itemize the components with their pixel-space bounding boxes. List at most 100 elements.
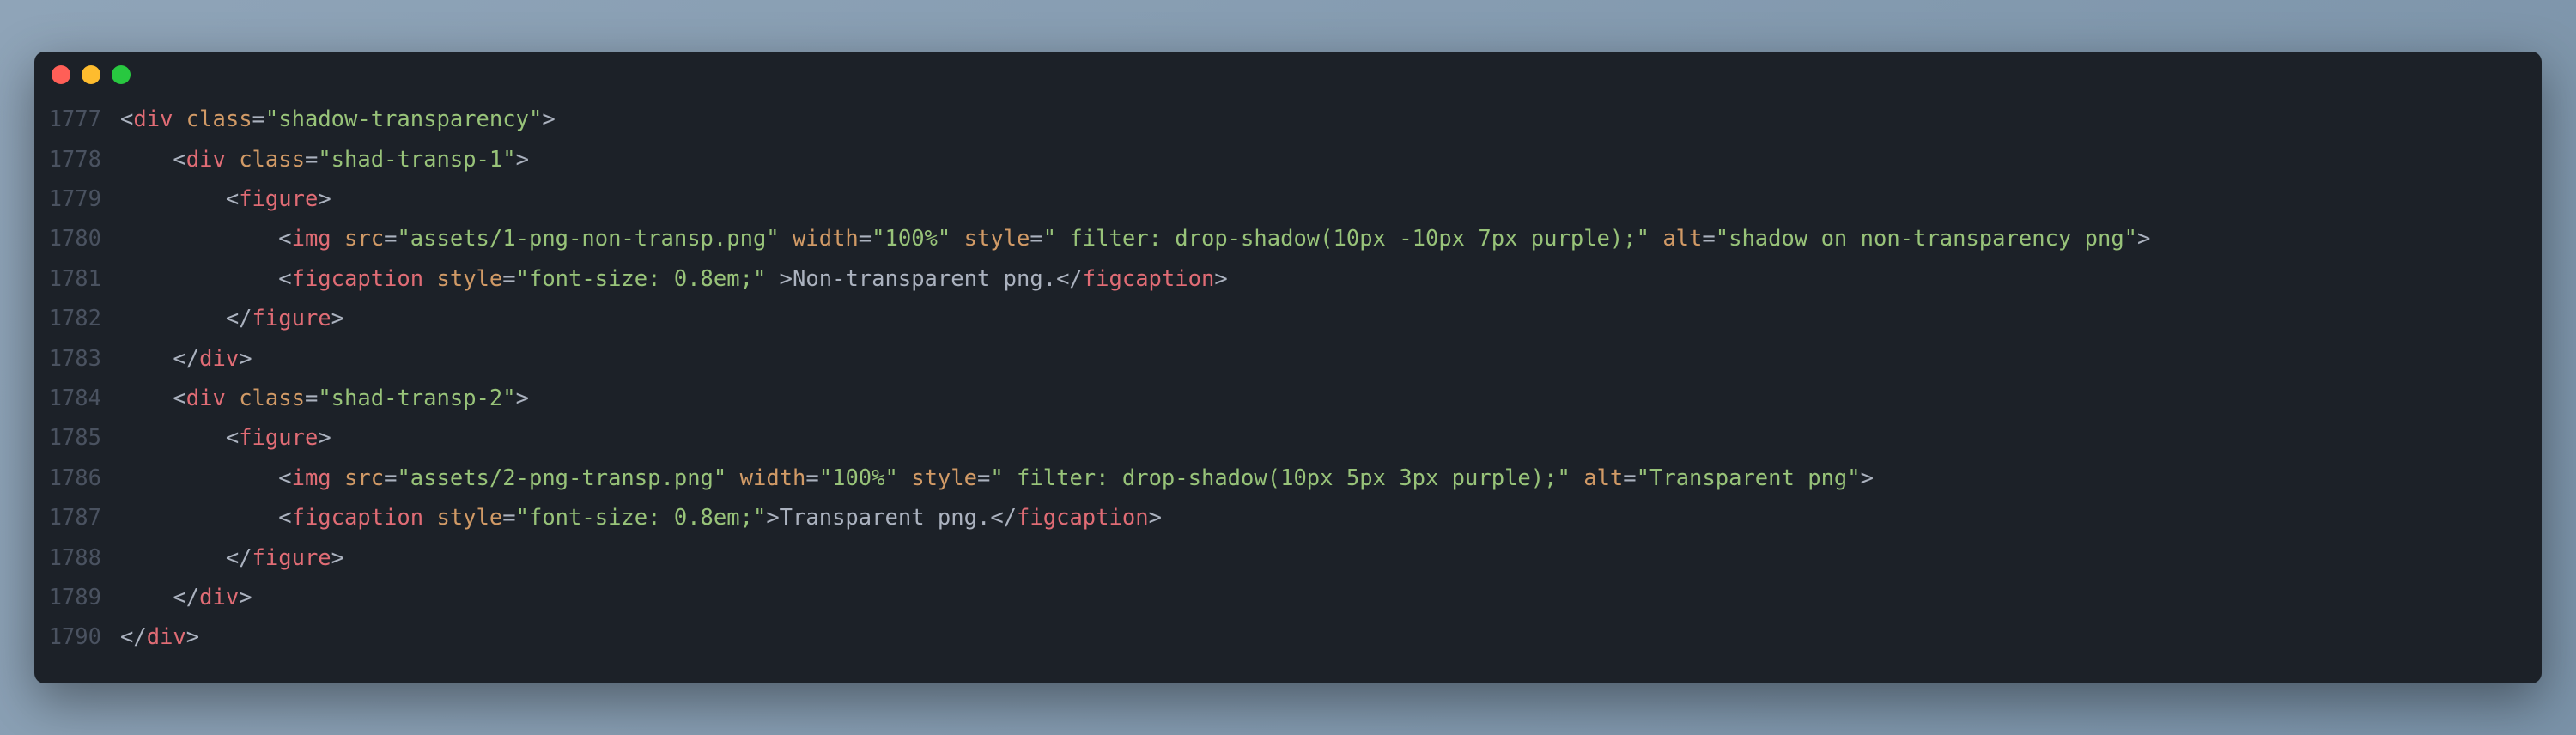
token-eq: = — [252, 106, 265, 132]
token-punct: </ — [990, 505, 1017, 531]
token-eq: = — [1702, 226, 1715, 252]
code-line[interactable]: 1782 </figure> — [34, 299, 2542, 338]
code-line[interactable]: 1780 <img src="assets/1-png-non-transp.p… — [34, 219, 2542, 258]
code-line[interactable]: 1779 <figure> — [34, 179, 2542, 219]
token-attr: alt — [1662, 226, 1702, 252]
token-tag: div — [199, 585, 239, 610]
token-str: "100%" — [872, 226, 951, 252]
code-line[interactable]: 1777<div class="shadow-transparency"> — [34, 100, 2542, 139]
token-punct: < — [173, 386, 185, 411]
code-content: <figure> — [120, 179, 2542, 219]
code-line[interactable]: 1781 <figcaption style="font-size: 0.8em… — [34, 259, 2542, 299]
code-content: <div class="shadow-transparency"> — [120, 100, 2542, 139]
code-line[interactable]: 1789 </div> — [34, 578, 2542, 617]
code-line[interactable]: 1786 <img src="assets/2-png-transp.png" … — [34, 459, 2542, 498]
token-punct: > — [1861, 465, 1874, 491]
close-icon[interactable] — [52, 65, 70, 84]
token-attr: style — [436, 266, 502, 292]
token-punct: < — [278, 465, 291, 491]
token-tag: img — [292, 465, 331, 491]
token-tag: figcaption — [1017, 505, 1149, 531]
code-line[interactable]: 1778 <div class="shad-transp-1"> — [34, 140, 2542, 179]
token-punct — [226, 386, 239, 411]
line-number: 1785 — [34, 418, 120, 458]
token-punct: > — [318, 186, 331, 212]
code-content: <figcaption style="font-size: 0.8em;" >N… — [120, 259, 2542, 299]
token-str: "assets/1-png-non-transp.png" — [397, 226, 779, 252]
token-str: " filter: drop-shadow(10px 5px 3px purpl… — [990, 465, 1571, 491]
token-punct — [423, 266, 436, 292]
minimize-icon[interactable] — [82, 65, 100, 84]
code-content: </div> — [120, 339, 2542, 379]
token-tag: figcaption — [292, 505, 424, 531]
line-number: 1779 — [34, 179, 120, 219]
code-content: <img src="assets/1-png-non-transp.png" w… — [120, 219, 2542, 258]
token-punct: </ — [226, 545, 252, 571]
token-attr: style — [436, 505, 502, 531]
token-attr: class — [239, 386, 305, 411]
token-punct — [331, 465, 344, 491]
code-line[interactable]: 1783 </div> — [34, 339, 2542, 379]
token-text: Transparent png. — [780, 505, 991, 531]
token-attr: style — [964, 226, 1030, 252]
token-punct: > — [516, 147, 529, 173]
token-str: "font-size: 0.8em;" — [516, 266, 767, 292]
token-attr: width — [793, 226, 859, 252]
token-eq: = — [502, 505, 515, 531]
token-punct — [951, 226, 963, 252]
code-line[interactable]: 1787 <figcaption style="font-size: 0.8em… — [34, 498, 2542, 538]
code-content: </figure> — [120, 538, 2542, 578]
line-number: 1790 — [34, 617, 120, 657]
token-str: "assets/2-png-transp.png" — [397, 465, 726, 491]
token-punct: > — [239, 346, 252, 372]
token-str: "100%" — [819, 465, 898, 491]
token-punct: > — [186, 624, 199, 650]
token-eq: = — [305, 386, 318, 411]
token-str: "shad-transp-2" — [318, 386, 515, 411]
token-punct: > — [1214, 266, 1227, 292]
token-eq: = — [859, 226, 872, 252]
code-content: <div class="shad-transp-1"> — [120, 140, 2542, 179]
token-tag: figcaption — [1083, 266, 1215, 292]
token-attr: style — [911, 465, 977, 491]
code-line[interactable]: 1788 </figure> — [34, 538, 2542, 578]
token-str: "shad-transp-1" — [318, 147, 515, 173]
code-content: <figure> — [120, 418, 2542, 458]
token-tag: div — [147, 624, 186, 650]
token-tag: div — [133, 106, 173, 132]
token-attr: width — [740, 465, 806, 491]
token-punct — [423, 505, 436, 531]
token-punct — [780, 226, 793, 252]
token-text: Non-transparent png. — [793, 266, 1056, 292]
token-attr: class — [239, 147, 305, 173]
line-number: 1778 — [34, 140, 120, 179]
token-eq: = — [384, 226, 397, 252]
token-eq: = — [805, 465, 818, 491]
token-punct: > — [331, 306, 344, 331]
token-punct: </ — [120, 624, 147, 650]
token-punct — [1649, 226, 1662, 252]
token-tag: figure — [239, 186, 318, 212]
token-str: " filter: drop-shadow(10px -10px 7px pur… — [1043, 226, 1649, 252]
line-number: 1781 — [34, 259, 120, 299]
code-line[interactable]: 1790</div> — [34, 617, 2542, 657]
token-punct: </ — [1056, 266, 1083, 292]
token-punct: </ — [173, 585, 199, 610]
token-tag: div — [186, 147, 226, 173]
line-number: 1789 — [34, 578, 120, 617]
code-line[interactable]: 1785 <figure> — [34, 418, 2542, 458]
token-punct: > — [542, 106, 555, 132]
code-area[interactable]: 1777<div class="shadow-transparency">177… — [34, 91, 2542, 683]
code-line[interactable]: 1784 <div class="shad-transp-2"> — [34, 379, 2542, 418]
token-attr: src — [344, 226, 384, 252]
line-number: 1783 — [34, 339, 120, 379]
token-tag: figure — [239, 425, 318, 451]
token-punct — [173, 106, 185, 132]
code-content: <img src="assets/2-png-transp.png" width… — [120, 459, 2542, 498]
code-content: </div> — [120, 578, 2542, 617]
maximize-icon[interactable] — [112, 65, 131, 84]
token-tag: div — [199, 346, 239, 372]
line-number: 1777 — [34, 100, 120, 139]
token-punct — [226, 147, 239, 173]
token-eq: = — [384, 465, 397, 491]
